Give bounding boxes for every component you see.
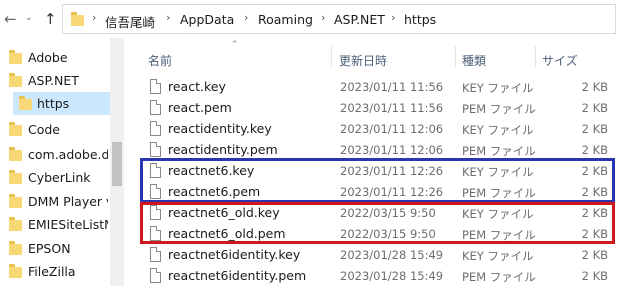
file-date: 2023/01/11 12:06	[340, 143, 444, 157]
breadcrumb-item[interactable]: https	[404, 12, 436, 27]
folder-icon	[9, 217, 22, 231]
sidebar-item-com-adobe[interactable]: com.adobe.dun	[0, 143, 110, 166]
file-date: 2023/01/11 11:56	[340, 101, 444, 115]
chevron-right-icon: ›	[391, 11, 396, 24]
file-name: react.pem	[168, 100, 232, 115]
chevron-right-icon: ›	[166, 11, 171, 24]
file-size: 2 KB	[581, 101, 608, 115]
folder-icon	[9, 264, 22, 278]
column-divider[interactable]	[535, 46, 536, 68]
chevron-right-icon: ›	[92, 11, 97, 24]
file-row[interactable]: reactnet6identity.pem 2023/01/28 15:49 P…	[140, 265, 616, 287]
blue-highlight-box	[140, 158, 615, 203]
file-name: reactidentity.pem	[168, 142, 278, 157]
sidebar-item-label: CyberLink	[28, 170, 91, 185]
column-header-date[interactable]: 更新日時	[339, 52, 387, 69]
file-row[interactable]: reactidentity.key 2023/01/11 12:06 KEY フ…	[140, 118, 616, 140]
folder-icon	[9, 73, 22, 87]
folder-icon	[19, 96, 32, 110]
file-name: react.key	[168, 79, 226, 94]
column-header-type[interactable]: 種類	[462, 52, 486, 69]
breadcrumb-item[interactable]: Roaming	[258, 12, 313, 27]
sidebar-item-epson[interactable]: EPSON	[0, 237, 110, 260]
folder-icon	[9, 241, 22, 255]
file-size: 2 KB	[581, 269, 608, 283]
file-date: 2023/01/11 12:06	[340, 122, 444, 136]
sidebar-item-code[interactable]: Code	[0, 118, 110, 141]
file-icon	[150, 79, 161, 94]
red-highlight-box	[140, 202, 615, 244]
file-name: reactnet6identity.key	[168, 247, 301, 262]
column-header-size[interactable]: サイズ	[542, 52, 578, 69]
folder-icon	[71, 12, 84, 26]
chevron-down-icon[interactable]: ⌄	[25, 13, 33, 23]
folder-icon	[9, 50, 22, 64]
file-type: KEY ファイル	[462, 123, 534, 137]
file-size: 2 KB	[581, 80, 608, 94]
file-type: PEM ファイル	[462, 270, 536, 284]
file-date: 2023/01/28 15:49	[340, 269, 444, 283]
chevron-right-icon: ›	[244, 11, 249, 24]
sort-ascending-icon: ⌃	[231, 40, 239, 50]
file-type: PEM ファイル	[462, 102, 536, 116]
sidebar-item-adobe[interactable]: Adobe	[0, 46, 110, 69]
sidebar-item-label: https	[37, 96, 70, 111]
sidebar-item-dmm-player[interactable]: DMM Player v2	[0, 190, 110, 213]
file-name: reactnet6identity.pem	[168, 268, 307, 283]
sidebar-item-label: com.adobe.dun	[28, 147, 108, 162]
file-type: PEM ファイル	[462, 144, 536, 158]
sidebar-item-emiesitelist[interactable]: EMIESiteListMa	[0, 213, 110, 236]
sidebar-item-label: Adobe	[28, 50, 68, 65]
file-type: KEY ファイル	[462, 249, 534, 263]
file-icon	[150, 121, 161, 136]
address-bar[interactable]: › 信吾尾崎 › AppData › Roaming › ASP.NET › h…	[62, 4, 616, 34]
chevron-right-icon: ›	[321, 11, 326, 24]
file-size: 2 KB	[581, 122, 608, 136]
arrow-back-icon[interactable]: ←	[4, 10, 17, 28]
arrow-up-icon[interactable]: ↑	[44, 10, 57, 28]
file-row[interactable]: react.key 2023/01/11 11:56 KEY ファイル 2 KB	[140, 76, 616, 98]
file-size: 2 KB	[581, 248, 608, 262]
file-date: 2023/01/11 11:56	[340, 80, 444, 94]
column-divider[interactable]	[331, 46, 332, 68]
file-icon	[150, 142, 161, 157]
breadcrumb-item[interactable]: 信吾尾崎	[105, 12, 155, 31]
breadcrumb-item[interactable]: AppData	[180, 12, 234, 27]
file-icon	[150, 100, 161, 115]
sidebar-item-label: DMM Player v2	[28, 194, 108, 209]
sidebar-item-label: Code	[28, 122, 61, 137]
folder-icon	[9, 170, 22, 184]
sidebar-item-https[interactable]: https	[13, 92, 110, 115]
file-name: reactidentity.key	[168, 121, 272, 136]
file-icon	[150, 268, 161, 283]
file-row[interactable]: react.pem 2023/01/11 11:56 PEM ファイル 2 KB	[140, 97, 616, 119]
sidebar-item-label: EMIESiteListMa	[28, 217, 108, 232]
sidebar-scrollbar-thumb[interactable]	[112, 142, 122, 186]
sidebar-item-label: FileZilla	[28, 264, 76, 279]
sidebar-item-filezilla[interactable]: FileZilla	[0, 260, 110, 283]
column-divider[interactable]	[455, 46, 456, 68]
folder-icon	[9, 122, 22, 136]
sidebar-item-label: EPSON	[28, 241, 71, 256]
sidebar-item-label: ASP.NET	[28, 73, 79, 88]
sidebar-item-aspnet[interactable]: ASP.NET	[0, 69, 110, 92]
folder-icon	[9, 147, 22, 161]
file-size: 2 KB	[581, 143, 608, 157]
file-icon	[150, 247, 161, 262]
folder-icon	[9, 194, 22, 208]
file-row[interactable]: reactnet6identity.key 2023/01/28 15:49 K…	[140, 244, 616, 266]
file-date: 2023/01/28 15:49	[340, 248, 444, 262]
sidebar-item-cyberlink[interactable]: CyberLink	[0, 166, 110, 189]
breadcrumb-item[interactable]: ASP.NET	[334, 12, 385, 27]
column-header-name[interactable]: 名前	[148, 52, 172, 69]
file-type: KEY ファイル	[462, 81, 534, 95]
